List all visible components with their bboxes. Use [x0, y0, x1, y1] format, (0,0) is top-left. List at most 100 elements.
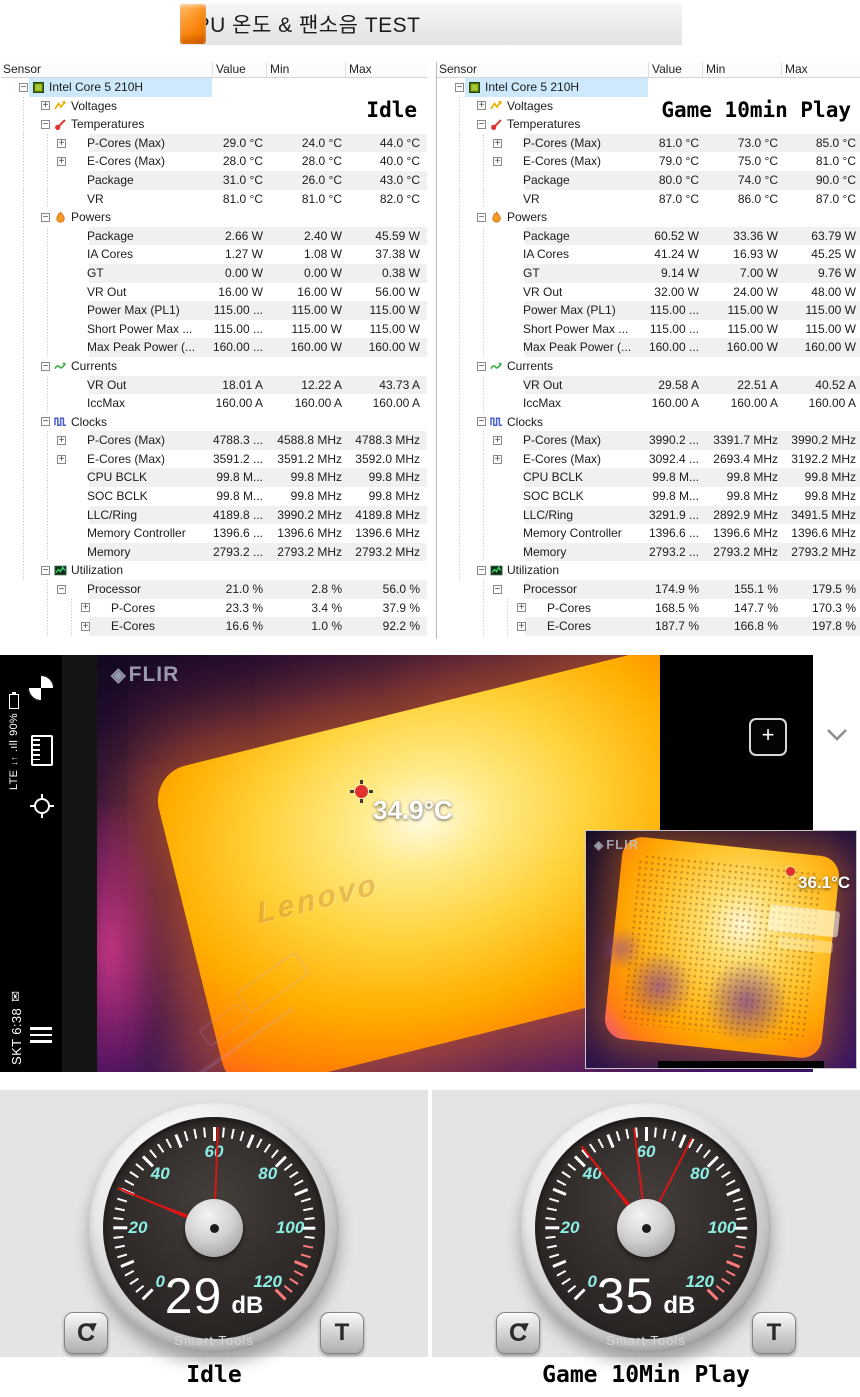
expand-box[interactable]: + [57, 436, 66, 445]
table-row[interactable]: Package60.52 W33.36 W63.79 W [437, 227, 860, 246]
table-row[interactable]: −Intel Core 5 210H [437, 78, 860, 97]
table-row[interactable]: SOC BCLK99.8 M...99.8 MHz99.8 MHz [1, 487, 427, 506]
table-row[interactable]: −Processor21.0 %2.8 %56.0 % [1, 580, 427, 599]
table-row[interactable]: Max Peak Power (...160.00 ...160.00 W160… [437, 338, 860, 357]
table-row[interactable]: IA Cores41.24 W16.93 W45.25 W [437, 245, 860, 264]
column-header-sensor[interactable]: Sensor [437, 62, 648, 77]
table-row[interactable]: −Currents [437, 357, 860, 376]
add-measurement-button[interactable]: + [749, 718, 787, 756]
collapse-box[interactable]: − [477, 362, 486, 371]
table-row[interactable]: CPU BCLK99.8 M...99.8 MHz99.8 MHz [1, 468, 427, 487]
table-row[interactable]: VR Out16.00 W16.00 W56.00 W [1, 283, 427, 302]
table-row[interactable]: −Processor174.9 %155.1 %179.5 % [437, 580, 860, 599]
table-row[interactable]: −Utilization [437, 561, 860, 580]
table-row[interactable]: VR Out18.01 A12.22 A43.73 A [1, 376, 427, 395]
column-header-value[interactable]: Value [648, 62, 702, 77]
collapse-box[interactable]: − [19, 83, 28, 92]
column-header-max[interactable]: Max [781, 62, 859, 77]
table-row[interactable]: −Powers [437, 208, 860, 227]
expand-box[interactable]: + [517, 622, 526, 631]
table-row[interactable]: +P-Cores (Max)29.0 °C24.0 °C44.0 °C [1, 134, 427, 153]
table-row[interactable]: +E-Cores (Max)79.0 °C75.0 °C81.0 °C [437, 152, 860, 171]
collapse-box[interactable]: − [41, 566, 50, 575]
table-row[interactable]: +P-Cores168.5 %147.7 %170.3 % [437, 599, 860, 618]
expand-box[interactable]: + [57, 455, 66, 464]
table-row[interactable]: Package80.0 °C74.0 °C90.0 °C [437, 171, 860, 190]
table-row[interactable]: +P-Cores (Max)81.0 °C73.0 °C85.0 °C [437, 134, 860, 153]
chevron-down-icon[interactable] [826, 727, 848, 743]
text-mode-button[interactable]: T [320, 1312, 364, 1354]
table-row[interactable]: Package2.66 W2.40 W45.59 W [1, 227, 427, 246]
refresh-button[interactable]: C [64, 1312, 108, 1354]
table-row[interactable]: CPU BCLK99.8 M...99.8 MHz99.8 MHz [437, 468, 860, 487]
table-row[interactable]: Memory2793.2 ...2793.2 MHz2793.2 MHz [437, 543, 860, 562]
table-row[interactable]: Power Max (PL1)115.00 ...115.00 W115.00 … [437, 301, 860, 320]
table-row[interactable]: VR Out32.00 W24.00 W48.00 W [437, 283, 860, 302]
table-row[interactable]: +P-Cores (Max)3990.2 ...3391.7 MHz3990.2… [437, 431, 860, 450]
table-row[interactable]: Memory Controller1396.6 ...1396.6 MHz139… [1, 524, 427, 543]
table-row[interactable]: −Currents [1, 357, 427, 376]
table-row[interactable]: +E-Cores187.7 %166.8 %197.8 % [437, 617, 860, 636]
spot-meter-icon[interactable] [29, 793, 55, 819]
table-row[interactable]: Memory Controller1396.6 ...1396.6 MHz139… [437, 524, 860, 543]
column-header-sensor[interactable]: Sensor [1, 62, 212, 77]
expand-box[interactable]: + [517, 603, 526, 612]
collapse-box[interactable]: − [57, 585, 66, 594]
table-row[interactable]: −Intel Core 5 210H [1, 78, 427, 97]
menu-icon[interactable] [30, 1027, 52, 1047]
expand-box[interactable]: + [41, 101, 50, 110]
table-row[interactable]: −Clocks [437, 413, 860, 432]
collapse-box[interactable]: − [493, 585, 502, 594]
expand-box[interactable]: + [57, 157, 66, 166]
table-row[interactable]: Short Power Max ...115.00 ...115.00 W115… [437, 320, 860, 339]
table-row[interactable]: SOC BCLK99.8 M...99.8 MHz99.8 MHz [437, 487, 860, 506]
table-row[interactable]: +P-Cores23.3 %3.4 %37.9 % [1, 599, 427, 618]
table-row[interactable]: −Utilization [1, 561, 427, 580]
collapse-box[interactable]: − [477, 120, 486, 129]
expand-box[interactable]: + [57, 139, 66, 148]
table-row[interactable]: −Powers [1, 208, 427, 227]
collapse-box[interactable]: − [41, 120, 50, 129]
table-row[interactable]: VR Out29.58 A22.51 A40.52 A [437, 376, 860, 395]
table-row[interactable]: GT9.14 W7.00 W9.76 W [437, 264, 860, 283]
expand-box[interactable]: + [477, 101, 486, 110]
table-row[interactable]: VR87.0 °C86.0 °C87.0 °C [437, 190, 860, 209]
collapse-box[interactable]: − [41, 417, 50, 426]
column-header-min[interactable]: Min [702, 62, 781, 77]
table-row[interactable]: Memory2793.2 ...2793.2 MHz2793.2 MHz [1, 543, 427, 562]
text-mode-button[interactable]: T [752, 1312, 796, 1354]
table-row[interactable]: +E-Cores (Max)3591.2 ...3591.2 MHz3592.0… [1, 450, 427, 469]
table-row[interactable]: Power Max (PL1)115.00 ...115.00 W115.00 … [1, 301, 427, 320]
expand-box[interactable]: + [81, 622, 90, 631]
table-row[interactable]: −Clocks [1, 413, 427, 432]
table-row[interactable]: GT0.00 W0.00 W0.38 W [1, 264, 427, 283]
table-row[interactable]: Max Peak Power (...160.00 ...160.00 W160… [1, 338, 427, 357]
collapse-box[interactable]: − [41, 362, 50, 371]
expand-box[interactable]: + [493, 436, 502, 445]
table-row[interactable]: Package31.0 °C26.0 °C43.0 °C [1, 171, 427, 190]
expand-box[interactable]: + [493, 139, 502, 148]
table-row[interactable]: VR81.0 °C81.0 °C82.0 °C [1, 190, 427, 209]
table-row[interactable]: Short Power Max ...115.00 ...115.00 W115… [1, 320, 427, 339]
expand-box[interactable]: + [493, 455, 502, 464]
collapse-box[interactable]: − [477, 417, 486, 426]
table-row[interactable]: IccMax160.00 A160.00 A160.00 A [437, 394, 860, 413]
collapse-box[interactable]: − [41, 213, 50, 222]
table-row[interactable]: −Temperatures [1, 115, 427, 134]
refresh-button[interactable]: C [496, 1312, 540, 1354]
collapse-box[interactable]: − [477, 566, 486, 575]
collapse-box[interactable]: − [455, 83, 464, 92]
table-row[interactable]: +Voltages [1, 97, 427, 116]
table-row[interactable]: LLC/Ring4189.8 ...3990.2 MHz4189.8 MHz [1, 506, 427, 525]
collapse-box[interactable]: − [477, 213, 486, 222]
table-row[interactable]: +P-Cores (Max)4788.3 ...4588.8 MHz4788.3… [1, 431, 427, 450]
expand-box[interactable]: + [493, 157, 502, 166]
palette-contrast-icon[interactable] [28, 675, 54, 701]
table-row[interactable]: +E-Cores16.6 %1.0 %92.2 % [1, 617, 427, 636]
ruler-icon[interactable] [31, 735, 53, 766]
expand-box[interactable]: + [81, 603, 90, 612]
column-header-max[interactable]: Max [345, 62, 423, 77]
table-row[interactable]: IccMax160.00 A160.00 A160.00 A [1, 394, 427, 413]
table-row[interactable]: +E-Cores (Max)28.0 °C28.0 °C40.0 °C [1, 152, 427, 171]
table-row[interactable]: IA Cores1.27 W1.08 W37.38 W [1, 245, 427, 264]
